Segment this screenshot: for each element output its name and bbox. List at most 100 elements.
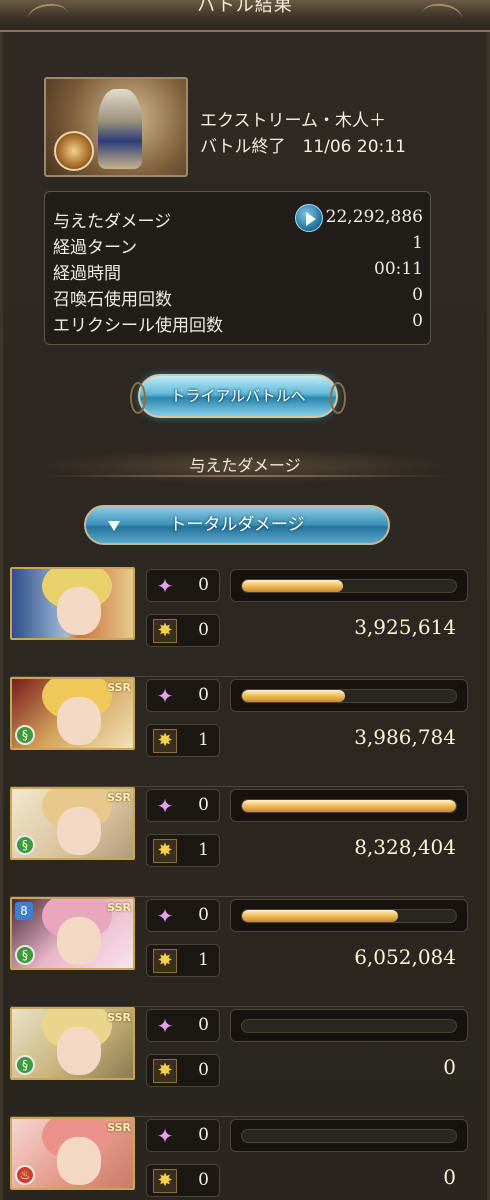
damage-bar-track: [241, 909, 457, 923]
character-row: SSR ♨ ✦ 0 ✸ 0 0: [10, 1117, 468, 1200]
character-portrait[interactable]: SSR §: [10, 1007, 135, 1080]
damage-bar-track: [241, 799, 457, 813]
character-row: SSR § ✦ 0 ✸ 0 0: [10, 1007, 468, 1117]
stat-label: 経過ターン: [53, 238, 138, 258]
special-count-value: 0: [198, 685, 209, 705]
ssr-badge: SSR: [107, 791, 131, 804]
stat-value: 00:11: [374, 259, 423, 279]
special-count-value: 0: [198, 795, 209, 815]
damage-detail-play-icon[interactable]: [295, 204, 323, 232]
damage-share-bar: [230, 569, 468, 602]
special-attack-count: ✦ 0: [146, 899, 220, 932]
damage-bar-fill: [242, 690, 345, 702]
ssr-badge: SSR: [107, 901, 131, 914]
wind-element-icon: §: [15, 945, 35, 965]
special-count-value: 0: [198, 905, 209, 925]
ssr-badge: SSR: [107, 1011, 131, 1024]
ring-badge-icon: 8: [15, 902, 33, 920]
character-portrait[interactable]: SSR ♨: [10, 1117, 135, 1190]
portrait-face: [57, 587, 101, 635]
damage-bar-track: [241, 1019, 457, 1033]
skill-use-count: ✸ 1: [146, 944, 220, 977]
skill-count-value: 1: [198, 730, 209, 750]
stat-value: 0: [412, 285, 423, 305]
stat-label: 召喚石使用回数: [53, 290, 172, 310]
special-attack-count: ✦ 0: [146, 1009, 220, 1042]
character-row: SSR 8 § ✦ 0 ✸ 1 6,052,084: [10, 897, 468, 1007]
wind-element-icon: §: [15, 1055, 35, 1075]
stat-turns: 経過ターン 1: [53, 233, 423, 258]
skill-burst-icon: ✸: [153, 949, 177, 973]
trial-battle-button[interactable]: トライアルバトルへ: [130, 374, 346, 418]
wooden-dummy-image: [98, 89, 142, 169]
damage-share-bar: [230, 789, 468, 822]
quest-name: エクストリーム・木人＋: [200, 111, 386, 131]
skill-count-value: 0: [198, 1060, 209, 1080]
character-portrait[interactable]: [10, 567, 135, 640]
character-row: SSR § ✦ 0 ✸ 1 3,986,784: [10, 677, 468, 787]
skill-burst-icon: ✸: [153, 729, 177, 753]
damage-bar-track: [241, 579, 457, 593]
stat-elapsed-time: 経過時間 00:11: [53, 259, 423, 284]
skill-count-value: 0: [198, 620, 209, 640]
fire-element-icon: ♨: [15, 1165, 35, 1185]
character-damage-value: 6,052,084: [354, 945, 456, 969]
stat-label: 経過時間: [53, 264, 121, 284]
damage-filter-label: トータルダメージ: [169, 515, 305, 535]
character-damage-value: 3,986,784: [354, 725, 456, 749]
character-damage-value: 8,328,404: [354, 835, 456, 859]
character-portrait[interactable]: SSR §: [10, 787, 135, 860]
stat-value: 22,292,886: [325, 207, 423, 227]
title-ornament-right: [420, 1, 464, 31]
portrait-face: [57, 807, 101, 855]
stat-value: 0: [412, 311, 423, 331]
skill-use-count: ✸ 0: [146, 1054, 220, 1087]
damage-filter-dropdown[interactable]: トータルダメージ: [84, 505, 390, 545]
stat-label: エリクシール使用回数: [53, 316, 223, 336]
charge-sparkle-icon: ✦: [156, 904, 174, 928]
skill-use-count: ✸ 1: [146, 724, 220, 757]
charge-sparkle-icon: ✦: [156, 794, 174, 818]
skill-count-value: 0: [198, 1170, 209, 1190]
damage-bar-fill: [242, 910, 399, 922]
character-portrait[interactable]: SSR 8 §: [10, 897, 135, 970]
damage-share-bar: [230, 899, 468, 932]
special-count-value: 0: [198, 1015, 209, 1035]
character-damage-value: 0: [443, 1165, 456, 1189]
damage-bar-track: [241, 689, 457, 703]
skill-count-value: 1: [198, 950, 209, 970]
skill-count-value: 1: [198, 840, 209, 860]
page-title: バトル結果: [197, 0, 293, 16]
wind-element-icon: §: [15, 835, 35, 855]
charge-sparkle-icon: ✦: [156, 574, 174, 598]
character-portrait[interactable]: SSR §: [10, 677, 135, 750]
special-count-value: 0: [198, 575, 209, 595]
charge-sparkle-icon: ✦: [156, 684, 174, 708]
damage-share-bar: [230, 1009, 468, 1042]
portrait-face: [57, 1027, 101, 1075]
special-count-value: 0: [198, 1125, 209, 1145]
skill-use-count: ✸ 1: [146, 834, 220, 867]
character-row: ✦ 0 ✸ 0 3,925,614: [10, 567, 468, 677]
skill-use-count: ✸ 0: [146, 1164, 220, 1197]
damage-share-bar: [230, 1119, 468, 1152]
special-attack-count: ✦ 0: [146, 679, 220, 712]
skill-burst-icon: ✸: [153, 1169, 177, 1193]
skill-use-count: ✸ 0: [146, 614, 220, 647]
damage-bar-fill: [242, 580, 343, 592]
wind-element-icon: §: [15, 725, 35, 745]
portrait-face: [57, 1137, 101, 1185]
skill-burst-icon: ✸: [153, 619, 177, 643]
damage-share-bar: [230, 679, 468, 712]
stat-elixir-count: エリクシール使用回数 0: [53, 311, 423, 336]
damage-bar-fill: [242, 800, 456, 812]
stat-total-damage: 与えたダメージ 22,292,886: [53, 204, 423, 232]
character-row: SSR § ✦ 0 ✸ 1 8,328,404: [10, 787, 468, 897]
skill-burst-icon: ✸: [153, 1059, 177, 1083]
quest-thumbnail: [44, 77, 188, 177]
quest-emblem-icon: [54, 131, 94, 171]
quest-status-time: バトル終了 11/06 20:11: [200, 137, 406, 157]
special-attack-count: ✦ 0: [146, 569, 220, 602]
character-damage-value: 0: [443, 1055, 456, 1079]
portrait-face: [57, 917, 101, 965]
